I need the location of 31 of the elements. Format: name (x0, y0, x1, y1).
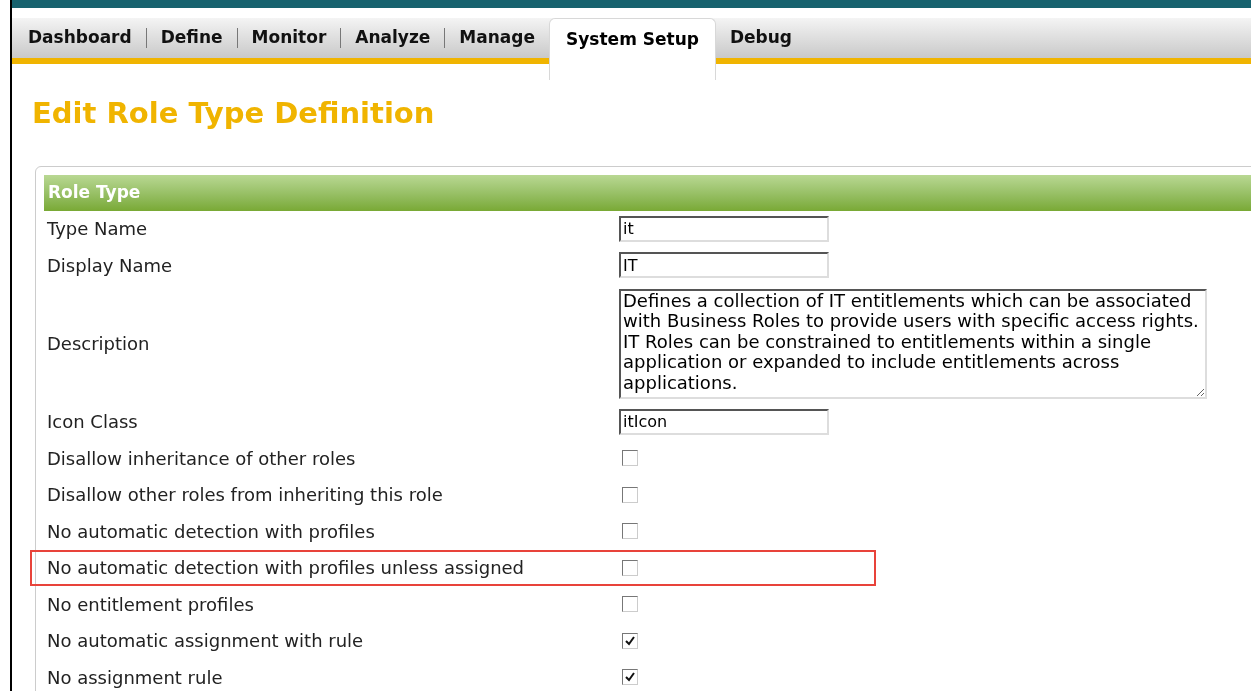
field-label: Display Name (47, 253, 174, 278)
nav-tab[interactable]: Dashboard (14, 18, 146, 58)
field-label: No entitlement profiles (47, 592, 255, 617)
nav-tab[interactable]: Debug (715, 18, 807, 58)
nav-tab[interactable]: Define (146, 18, 237, 58)
checkbox[interactable] (622, 450, 638, 467)
nav-tab[interactable]: System Setup (549, 18, 716, 80)
field-label: No automatic assignment with rule (47, 629, 365, 654)
checkbox[interactable] (622, 523, 638, 540)
field-label: Icon Class (47, 410, 139, 435)
page-title: Edit Role Type Definition (32, 95, 435, 132)
field-label: Type Name (47, 217, 149, 242)
description-field[interactable]: Defines a collection of IT entitlements which can be associated with Business Roles to provide users with specific access rights. IT Roles can be constrained to entitlements within a single application or expanded to include entitlements across applications. (619, 288, 1207, 399)
field-label: No assignment rule (47, 665, 224, 690)
field-label: No automatic detection with profiles (47, 519, 376, 544)
text-field[interactable]: it (619, 215, 829, 242)
text-field[interactable]: itIcon (619, 408, 829, 435)
text-field[interactable]: IT (619, 252, 829, 279)
field-label: Description (47, 332, 151, 356)
checkbox[interactable] (622, 486, 638, 503)
checkbox[interactable] (622, 596, 638, 613)
nav-tab[interactable]: Analyze (341, 18, 445, 58)
field-label: Disallow inheritance of other roles (47, 446, 357, 471)
checkbox[interactable] (622, 559, 638, 576)
checkbox[interactable] (622, 632, 638, 649)
field-label: Disallow other roles from inheriting this role (47, 483, 444, 508)
panel-header: Role Type (44, 174, 1251, 211)
field-label: No automatic detection with profiles unless assigned (47, 556, 526, 581)
nav-tab[interactable]: Monitor (237, 18, 341, 58)
checkbox[interactable] (622, 669, 638, 686)
nav-tab[interactable]: Manage (445, 18, 550, 58)
